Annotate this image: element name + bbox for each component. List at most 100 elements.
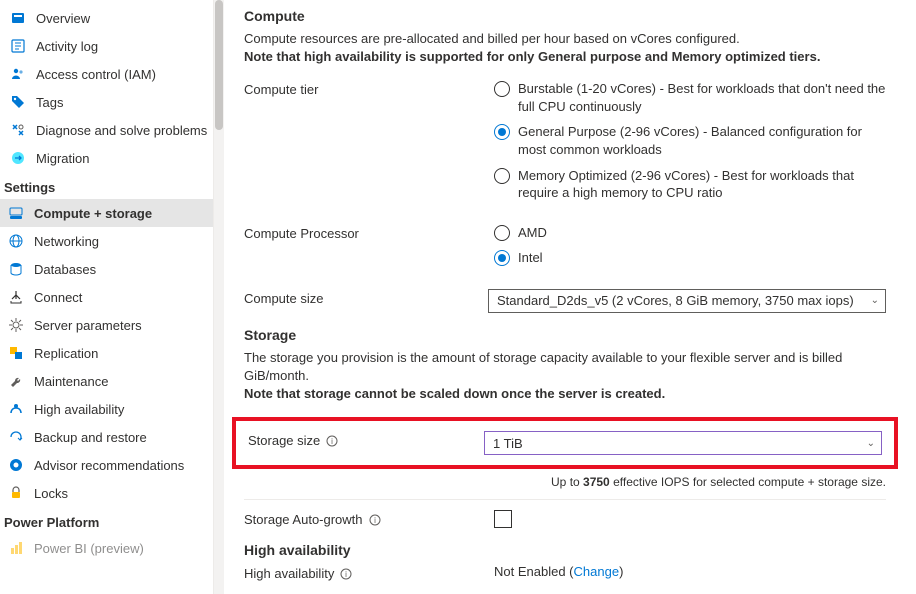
compute-note: Compute resources are pre-allocated and … bbox=[244, 30, 886, 66]
ha-heading: High availability bbox=[244, 542, 886, 558]
radio-amd[interactable]: AMD bbox=[494, 224, 886, 242]
nav-label: Power BI (preview) bbox=[34, 541, 144, 556]
compute-size-select[interactable]: Standard_D2ds_v5 (2 vCores, 8 GiB memory… bbox=[488, 289, 886, 313]
nav-locks[interactable]: Locks bbox=[0, 479, 213, 507]
sidebar: Overview Activity log Access control (IA… bbox=[0, 0, 214, 594]
storage-note-line2: Note that storage cannot be scaled down … bbox=[244, 386, 665, 401]
radio-label: Burstable (1-20 vCores) - Best for workl… bbox=[518, 80, 886, 115]
nav-label: Networking bbox=[34, 234, 99, 249]
storage-note: The storage you provision is the amount … bbox=[244, 349, 886, 404]
nav-migration[interactable]: Migration bbox=[2, 144, 213, 172]
nav-label: Tags bbox=[36, 95, 63, 110]
radio-label: AMD bbox=[518, 224, 547, 242]
compute-size-label: Compute size bbox=[244, 289, 488, 306]
storage-size-row: Storage size i 1 TiB ⌄ bbox=[248, 431, 882, 455]
nav-label: Compute + storage bbox=[34, 206, 152, 221]
advisor-icon bbox=[8, 457, 24, 473]
nav-power-bi[interactable]: Power BI (preview) bbox=[0, 534, 213, 562]
replication-icon bbox=[8, 345, 24, 361]
ha-icon bbox=[8, 401, 24, 417]
main-content: Compute Compute resources are pre-alloca… bbox=[224, 0, 916, 594]
radio-label: General Purpose (2-96 vCores) - Balanced… bbox=[518, 123, 886, 158]
connect-icon bbox=[8, 289, 24, 305]
svg-text:i: i bbox=[331, 437, 333, 446]
storage-size-label: Storage size i bbox=[248, 431, 484, 448]
nav-label: Server parameters bbox=[34, 318, 142, 333]
nav-backup-restore[interactable]: Backup and restore bbox=[0, 423, 213, 451]
overview-icon bbox=[10, 10, 26, 26]
wrench-icon bbox=[8, 373, 24, 389]
radio-icon bbox=[494, 81, 510, 97]
radio-icon bbox=[494, 124, 510, 140]
ha-label: High availability i bbox=[244, 564, 494, 581]
radio-intel[interactable]: Intel bbox=[494, 249, 886, 267]
nav-label: Connect bbox=[34, 290, 82, 305]
nav-maintenance[interactable]: Maintenance bbox=[0, 367, 213, 395]
nav-databases[interactable]: Databases bbox=[0, 255, 213, 283]
storage-autogrowth-label: Storage Auto-growth i bbox=[244, 510, 494, 527]
info-icon[interactable]: i bbox=[369, 514, 381, 526]
nav-advisor[interactable]: Advisor recommendations bbox=[0, 451, 213, 479]
compute-processor-label: Compute Processor bbox=[244, 224, 494, 241]
compute-tier-label: Compute tier bbox=[244, 80, 494, 97]
backup-icon bbox=[8, 429, 24, 445]
autogrowth-checkbox[interactable] bbox=[494, 510, 512, 528]
storage-size-select[interactable]: 1 TiB ⌄ bbox=[484, 431, 882, 455]
compute-note-line2: Note that high availability is supported… bbox=[244, 49, 820, 64]
chevron-down-icon: ⌄ bbox=[871, 295, 879, 306]
info-icon[interactable]: i bbox=[326, 435, 338, 447]
nav-compute-storage[interactable]: Compute + storage bbox=[0, 199, 213, 227]
content-scrollbar[interactable] bbox=[214, 0, 224, 594]
nav-label: Access control (IAM) bbox=[36, 67, 156, 82]
networking-icon bbox=[8, 233, 24, 249]
svg-text:i: i bbox=[345, 570, 347, 579]
diagnose-icon bbox=[10, 122, 26, 138]
nav-networking[interactable]: Networking bbox=[0, 227, 213, 255]
ha-change-link[interactable]: Change bbox=[574, 564, 620, 579]
iops-note: Up to 3750 effective IOPS for selected c… bbox=[244, 475, 886, 489]
compute-note-line1: Compute resources are pre-allocated and … bbox=[244, 31, 740, 46]
activity-log-icon bbox=[10, 38, 26, 54]
info-icon[interactable]: i bbox=[340, 568, 352, 580]
nav-overview[interactable]: Overview bbox=[2, 4, 213, 32]
nav-activity-log[interactable]: Activity log bbox=[2, 32, 213, 60]
nav-tags[interactable]: Tags bbox=[2, 88, 213, 116]
nav-label: High availability bbox=[34, 402, 124, 417]
compute-storage-icon bbox=[8, 205, 24, 221]
nav-label: Backup and restore bbox=[34, 430, 147, 445]
compute-size-row: Compute size Standard_D2ds_v5 (2 vCores,… bbox=[244, 289, 886, 313]
nav-replication[interactable]: Replication bbox=[0, 339, 213, 367]
radio-icon bbox=[494, 168, 510, 184]
nav-label: Replication bbox=[34, 346, 98, 361]
select-value: 1 TiB bbox=[493, 436, 523, 451]
compute-tier-row: Compute tier Burstable (1-20 vCores) - B… bbox=[244, 80, 886, 209]
nav-label: Maintenance bbox=[34, 374, 108, 389]
nav-connect[interactable]: Connect bbox=[0, 283, 213, 311]
nav-label: Advisor recommendations bbox=[34, 458, 184, 473]
nav-high-availability[interactable]: High availability bbox=[0, 395, 213, 423]
lock-icon bbox=[8, 485, 24, 501]
radio-icon bbox=[494, 250, 510, 266]
scrollbar-thumb[interactable] bbox=[215, 0, 223, 130]
storage-heading: Storage bbox=[244, 327, 886, 343]
ha-status: Not Enabled bbox=[494, 564, 566, 579]
nav-access-control[interactable]: Access control (IAM) bbox=[2, 60, 213, 88]
nav-diagnose[interactable]: Diagnose and solve problems bbox=[2, 116, 213, 144]
nav-label: Databases bbox=[34, 262, 96, 277]
radio-general-purpose[interactable]: General Purpose (2-96 vCores) - Balanced… bbox=[494, 123, 886, 158]
gear-icon bbox=[8, 317, 24, 333]
power-bi-icon bbox=[8, 540, 24, 556]
divider bbox=[244, 499, 886, 500]
storage-note-line1: The storage you provision is the amount … bbox=[244, 350, 842, 383]
storage-autogrowth-row: Storage Auto-growth i bbox=[244, 510, 886, 528]
compute-heading: Compute bbox=[244, 8, 886, 24]
settings-header: Settings bbox=[0, 172, 213, 199]
storage-size-highlight: Storage size i 1 TiB ⌄ bbox=[232, 417, 898, 469]
nav-server-parameters[interactable]: Server parameters bbox=[0, 311, 213, 339]
svg-text:i: i bbox=[374, 516, 376, 525]
radio-burstable[interactable]: Burstable (1-20 vCores) - Best for workl… bbox=[494, 80, 886, 115]
people-icon bbox=[10, 66, 26, 82]
radio-memory-optimized[interactable]: Memory Optimized (2-96 vCores) - Best fo… bbox=[494, 167, 886, 202]
nav-label: Diagnose and solve problems bbox=[36, 123, 207, 138]
compute-processor-row: Compute Processor AMD Intel bbox=[244, 224, 886, 275]
